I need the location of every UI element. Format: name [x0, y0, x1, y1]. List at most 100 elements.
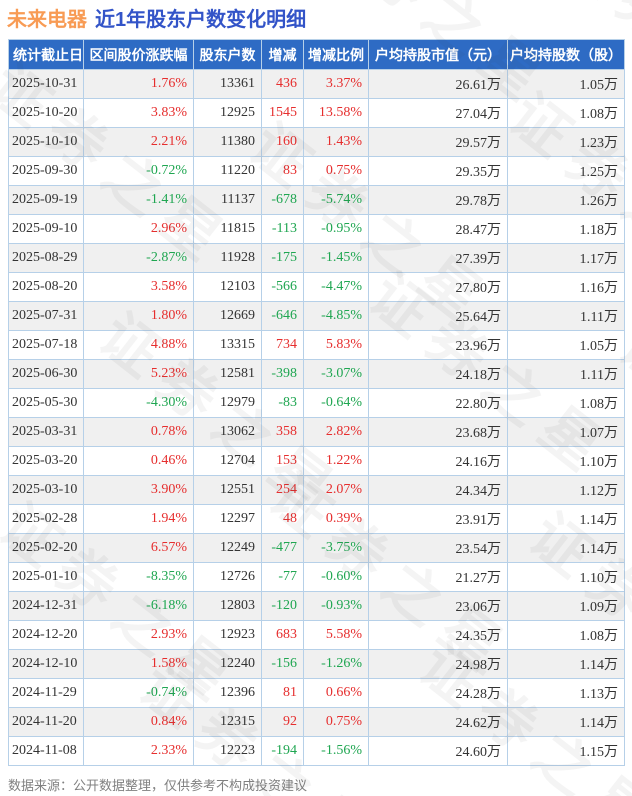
- cell-change-ratio: 0.66%: [304, 679, 369, 708]
- cell-avg-market-value: 23.91万: [369, 505, 508, 534]
- cell-change: 160: [262, 128, 304, 157]
- cell-avg-market-value: 24.98万: [369, 650, 508, 679]
- cell-avg-shares: 1.17万: [508, 244, 625, 273]
- cell-change: 436: [262, 70, 304, 99]
- cell-holder-count: 12925: [194, 99, 262, 128]
- cell-holder-count: 12726: [194, 563, 262, 592]
- table-row: 2025-01-10-8.35%12726-77-0.60%21.27万1.10…: [9, 563, 625, 592]
- cell-price-change-pct: -1.41%: [84, 186, 194, 215]
- cell-date: 2025-03-20: [9, 447, 84, 476]
- cell-change: -398: [262, 360, 304, 389]
- cell-avg-market-value: 23.54万: [369, 534, 508, 563]
- cell-avg-shares: 1.08万: [508, 621, 625, 650]
- cell-holder-count: 12103: [194, 273, 262, 302]
- cell-change: -566: [262, 273, 304, 302]
- column-header-change-ratio: 增减比例: [304, 40, 369, 70]
- table-row: 2025-07-184.88%133157345.83%23.96万1.05万: [9, 331, 625, 360]
- cell-change: -646: [262, 302, 304, 331]
- cell-change-ratio: -4.85%: [304, 302, 369, 331]
- cell-holder-count: 12396: [194, 679, 262, 708]
- cell-avg-shares: 1.08万: [508, 389, 625, 418]
- page: 证券之星证券之星证券之星证券之星证券之星证券之星证券之星证券之星证券之星证券之星…: [0, 0, 632, 796]
- stock-name: 未来电器: [7, 9, 87, 31]
- cell-date: 2025-09-30: [9, 157, 84, 186]
- cell-change-ratio: -0.60%: [304, 563, 369, 592]
- cell-change-ratio: 0.39%: [304, 505, 369, 534]
- cell-price-change-pct: 1.76%: [84, 70, 194, 99]
- cell-avg-market-value: 24.28万: [369, 679, 508, 708]
- table-row: 2025-03-103.90%125512542.07%24.34万1.12万: [9, 476, 625, 505]
- table-row: 2025-03-200.46%127041531.22%24.16万1.10万: [9, 447, 625, 476]
- cell-price-change-pct: 2.96%: [84, 215, 194, 244]
- cell-avg-shares: 1.10万: [508, 447, 625, 476]
- cell-avg-shares: 1.11万: [508, 302, 625, 331]
- table-row: 2025-05-30-4.30%12979-83-0.64%22.80万1.08…: [9, 389, 625, 418]
- cell-price-change-pct: 3.58%: [84, 273, 194, 302]
- table-row: 2025-09-102.96%11815-113-0.95%28.47万1.18…: [9, 215, 625, 244]
- cell-avg-shares: 1.14万: [508, 505, 625, 534]
- cell-avg-market-value: 24.16万: [369, 447, 508, 476]
- cell-holder-count: 11928: [194, 244, 262, 273]
- cell-holder-count: 12315: [194, 708, 262, 737]
- table-body: 2025-10-311.76%133614363.37%26.61万1.05万2…: [9, 70, 625, 766]
- table-row: 2025-02-281.94%12297480.39%23.91万1.14万: [9, 505, 625, 534]
- cell-change-ratio: 1.22%: [304, 447, 369, 476]
- cell-change-ratio: 5.83%: [304, 331, 369, 360]
- cell-price-change-pct: 2.93%: [84, 621, 194, 650]
- cell-avg-market-value: 29.35万: [369, 157, 508, 186]
- cell-date: 2025-10-10: [9, 128, 84, 157]
- cell-date: 2025-07-18: [9, 331, 84, 360]
- cell-holder-count: 13315: [194, 331, 262, 360]
- cell-avg-shares: 1.08万: [508, 99, 625, 128]
- cell-holder-count: 11380: [194, 128, 262, 157]
- cell-change: -83: [262, 389, 304, 418]
- table-row: 2025-09-30-0.72%11220830.75%29.35万1.25万: [9, 157, 625, 186]
- cell-price-change-pct: 0.46%: [84, 447, 194, 476]
- cell-avg-shares: 1.25万: [508, 157, 625, 186]
- cell-change: -194: [262, 737, 304, 766]
- cell-date: 2025-06-30: [9, 360, 84, 389]
- table-row: 2025-02-206.57%12249-477-3.75%23.54万1.14…: [9, 534, 625, 563]
- cell-holder-count: 11815: [194, 215, 262, 244]
- cell-price-change-pct: 0.78%: [84, 418, 194, 447]
- table-row: 2025-03-310.78%130623582.82%23.68万1.07万: [9, 418, 625, 447]
- cell-avg-market-value: 29.78万: [369, 186, 508, 215]
- cell-avg-market-value: 26.61万: [369, 70, 508, 99]
- cell-change: 254: [262, 476, 304, 505]
- cell-price-change-pct: -6.18%: [84, 592, 194, 621]
- cell-change-ratio: -3.07%: [304, 360, 369, 389]
- cell-avg-shares: 1.23万: [508, 128, 625, 157]
- cell-change-ratio: -0.95%: [304, 215, 369, 244]
- cell-date: 2025-09-19: [9, 186, 84, 215]
- cell-holder-count: 12923: [194, 621, 262, 650]
- cell-change: 734: [262, 331, 304, 360]
- cell-avg-market-value: 21.27万: [369, 563, 508, 592]
- column-header-avg-market-value: 户均持股市值（元）: [369, 40, 508, 70]
- cell-change: 92: [262, 708, 304, 737]
- cell-change-ratio: 1.43%: [304, 128, 369, 157]
- cell-price-change-pct: 2.21%: [84, 128, 194, 157]
- cell-avg-market-value: 24.34万: [369, 476, 508, 505]
- cell-change-ratio: -4.47%: [304, 273, 369, 302]
- cell-change: -120: [262, 592, 304, 621]
- cell-holder-count: 13361: [194, 70, 262, 99]
- cell-avg-market-value: 28.47万: [369, 215, 508, 244]
- cell-avg-shares: 1.18万: [508, 215, 625, 244]
- table-row: 2025-08-203.58%12103-566-4.47%27.80万1.16…: [9, 273, 625, 302]
- cell-price-change-pct: 3.83%: [84, 99, 194, 128]
- cell-date: 2024-11-08: [9, 737, 84, 766]
- cell-avg-shares: 1.10万: [508, 563, 625, 592]
- cell-holder-count: 12297: [194, 505, 262, 534]
- column-header-change: 增减: [262, 40, 304, 70]
- cell-change-ratio: 2.07%: [304, 476, 369, 505]
- cell-price-change-pct: -4.30%: [84, 389, 194, 418]
- cell-change-ratio: -0.93%: [304, 592, 369, 621]
- cell-avg-shares: 1.12万: [508, 476, 625, 505]
- cell-date: 2025-10-31: [9, 70, 84, 99]
- cell-avg-market-value: 23.06万: [369, 592, 508, 621]
- cell-price-change-pct: -0.72%: [84, 157, 194, 186]
- cell-avg-market-value: 24.62万: [369, 708, 508, 737]
- cell-change-ratio: 13.58%: [304, 99, 369, 128]
- cell-date: 2025-10-20: [9, 99, 84, 128]
- cell-date: 2024-12-31: [9, 592, 84, 621]
